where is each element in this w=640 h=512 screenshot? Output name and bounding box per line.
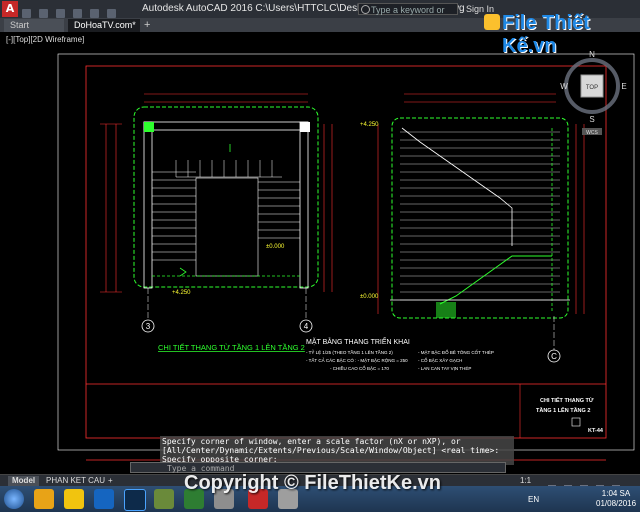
plan-wall-right bbox=[299, 121, 309, 289]
copyright-watermark: Copyright © FileThietKe.vn bbox=[184, 472, 441, 494]
clock[interactable]: 1:04 SA 01/08/2016 bbox=[596, 489, 636, 509]
site-logo-icon bbox=[484, 14, 500, 30]
plan-treads-left bbox=[152, 171, 196, 261]
site-logo: File Thiết Kế.vn bbox=[502, 12, 590, 57]
tab-model[interactable]: Model bbox=[8, 476, 40, 486]
drawing-viewport[interactable]: [-][Top][2D Wireframe] 3 4 ±0.000 +4.250… bbox=[0, 32, 640, 468]
command-history-line: Specify corner of window, enter a scale … bbox=[162, 437, 461, 446]
add-layout-button[interactable]: + bbox=[104, 476, 117, 486]
plan-wall-top bbox=[143, 121, 309, 131]
note-right-1: - MẶT BẬC ĐỔ BÊ TÔNG CỐT THÉP bbox=[418, 348, 494, 355]
viewcube-top-label: TOP bbox=[586, 85, 598, 91]
level-tag-0: ±0.000 bbox=[266, 244, 285, 250]
tab-drawing[interactable]: DoHoaTV.com* bbox=[68, 19, 140, 32]
wcs-label: WCS bbox=[586, 130, 598, 136]
search-box[interactable]: Type a keyword or phrase bbox=[358, 3, 458, 27]
tab-start[interactable]: Start bbox=[4, 19, 64, 32]
new-tab-button[interactable]: + bbox=[144, 19, 150, 31]
plan-column-marker-2 bbox=[300, 122, 310, 132]
grid-label-3: 3 bbox=[146, 322, 151, 331]
app-icon[interactable] bbox=[154, 489, 174, 509]
note-left-3: - CHIỀU CAO CỔ BẬC = 170 bbox=[330, 365, 389, 371]
sheet-code: KT-44 bbox=[588, 428, 604, 434]
note-left-1: - TỶ LỆ 1/25 (THEO TẦNG 1 LÊN TẦNG 2) bbox=[306, 348, 393, 355]
plan-wall-left bbox=[143, 121, 153, 289]
photoshop-icon[interactable] bbox=[124, 489, 146, 511]
chrome-icon[interactable] bbox=[34, 489, 54, 509]
quick-access-toolbar bbox=[22, 3, 132, 37]
clock-date: 01/08/2016 bbox=[596, 499, 637, 508]
plan-treads-right bbox=[258, 181, 300, 239]
tab-layout[interactable]: PHAN KET CAU bbox=[42, 476, 109, 486]
new-file-icon[interactable] bbox=[22, 9, 31, 18]
undo-icon[interactable] bbox=[107, 9, 117, 18]
plan-arrow-2 bbox=[179, 267, 187, 277]
plan-treads-top bbox=[175, 160, 282, 178]
compass-east[interactable]: E bbox=[621, 82, 626, 91]
start-button[interactable] bbox=[4, 489, 24, 509]
plan-title: CHI TIẾT THANG TỪ TẦNG 1 LÊN TẦNG 2 bbox=[158, 342, 305, 352]
command-history: Specify corner of window, enter a scale … bbox=[160, 436, 514, 465]
plan-dimensions bbox=[100, 93, 333, 293]
note-left-2: - TẤT CẢ CÁC BẬC CÓ : - MẶT BẬC RỘNG = 2… bbox=[306, 357, 408, 363]
command-history-line: [All/Center/Dynamic/Extents/Previous/Sca… bbox=[162, 446, 500, 455]
section-footing bbox=[436, 302, 456, 318]
compass-south[interactable]: S bbox=[589, 115, 594, 124]
annotation-scale[interactable]: 1:1 bbox=[520, 476, 531, 485]
section-title: MẶT BẰNG THANG TRIỂN KHAI bbox=[306, 337, 410, 346]
drawing-canvas: 3 4 ±0.000 +4.250 CHI TIẾT THANG TỪ TẦNG… bbox=[57, 50, 635, 461]
print-icon[interactable] bbox=[90, 9, 100, 18]
open-file-icon[interactable] bbox=[39, 9, 49, 18]
title-block-line2: TẦNG 1 LÊN TẦNG 2 bbox=[536, 406, 590, 414]
section-lower-flight bbox=[439, 255, 552, 305]
grid-label-c: C bbox=[551, 352, 557, 361]
level-tag-bottom: ±0.000 bbox=[360, 294, 379, 300]
search-icon bbox=[361, 5, 370, 14]
grid-label-4: 4 bbox=[304, 322, 309, 331]
title-block-marker bbox=[571, 417, 581, 427]
save-as-icon[interactable] bbox=[73, 9, 83, 18]
save-icon[interactable] bbox=[56, 9, 66, 18]
folder-icon[interactable] bbox=[64, 489, 84, 509]
title-block-line1: CHI TIẾT THANG TỪ bbox=[540, 397, 594, 404]
plan-column-marker bbox=[144, 122, 154, 132]
viewcube[interactable]: TOP N S E W WCS bbox=[560, 50, 626, 136]
note-right-2: - CỔ BẬC XÂY GẠCH bbox=[418, 357, 462, 363]
clock-time: 1:04 SA bbox=[601, 489, 631, 498]
compass-west[interactable]: W bbox=[560, 82, 568, 91]
plan-stairwell bbox=[195, 177, 259, 277]
autocad-app-icon[interactable]: A bbox=[2, 1, 18, 17]
section-upper-flight bbox=[401, 127, 513, 246]
note-right-3: - LAN CAN TAY VỊN THÉP bbox=[418, 365, 471, 371]
word-icon[interactable] bbox=[94, 489, 114, 509]
level-tag-plan: +4.250 bbox=[172, 290, 191, 296]
language-indicator[interactable]: EN bbox=[528, 495, 539, 504]
level-tag-top: +4.250 bbox=[360, 122, 379, 128]
section-hatch bbox=[400, 131, 560, 301]
sign-in-link[interactable]: Sign In bbox=[466, 4, 494, 14]
